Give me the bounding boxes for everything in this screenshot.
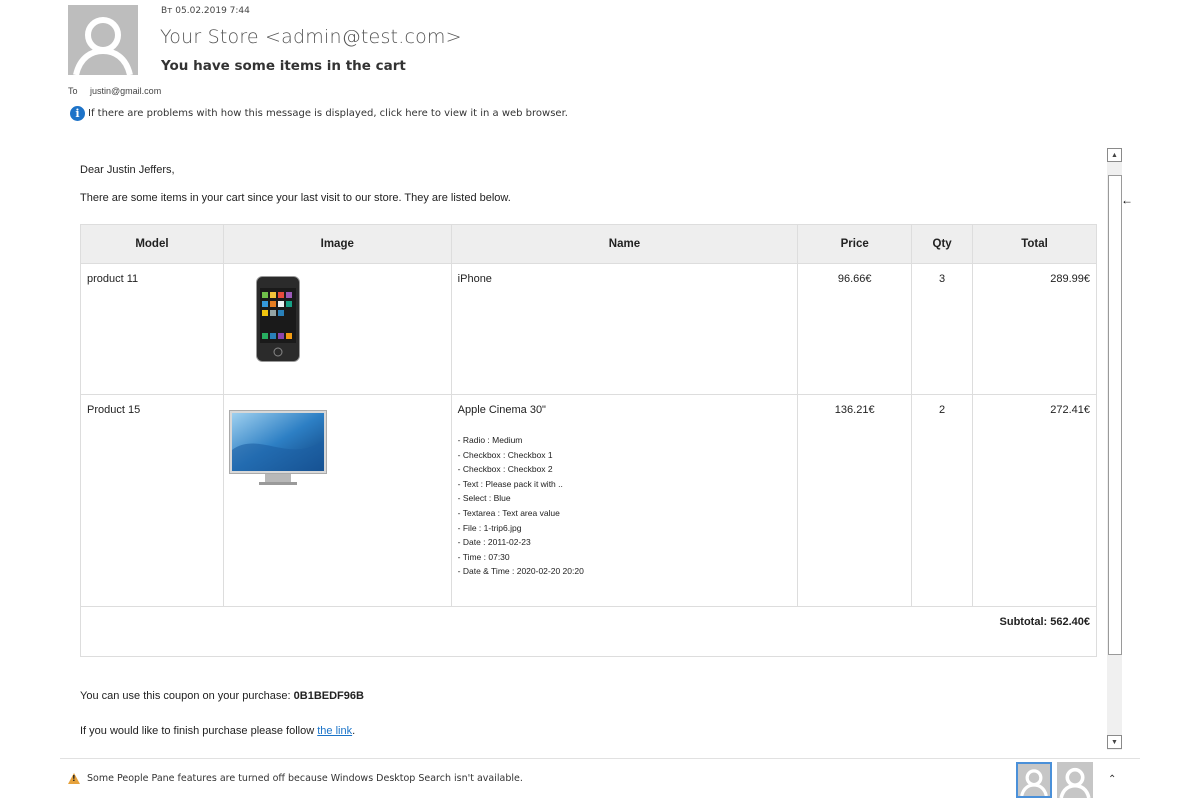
option-line: - Textarea : Text area value	[457, 507, 560, 518]
people-pane-avatar-sender[interactable]	[1016, 762, 1052, 798]
greeting: Dear Justin Jeffers,	[80, 164, 175, 176]
avatar-placeholder-icon	[1057, 762, 1093, 798]
warning-icon	[68, 773, 80, 784]
iphone-product-image	[255, 276, 300, 362]
cell-price: 96.66€	[797, 263, 913, 395]
cell-qty: 2	[911, 394, 974, 607]
option-line: - Checkbox : Checkbox 2	[457, 464, 553, 475]
scroll-down-icon[interactable]: ▼	[1107, 735, 1122, 749]
subtotal-row: Subtotal: 562.40€	[80, 606, 1097, 657]
option-line: - Checkbox : Checkbox 1	[457, 449, 553, 460]
recipient-address[interactable]: justin@gmail.com	[90, 86, 161, 96]
table-row: product 11 iPhone 96.66€ 3 289.99€	[80, 263, 1097, 395]
option-line: - Time : 07:30	[457, 551, 510, 562]
sender-avatar[interactable]	[68, 5, 138, 75]
cell-image	[222, 263, 452, 395]
avatar-placeholder-icon	[68, 5, 138, 75]
cell-total: 289.99€	[972, 263, 1097, 395]
info-icon: i	[70, 106, 85, 121]
subtotal: Subtotal: 562.40€	[80, 606, 1097, 657]
cell-total: 272.41€	[972, 394, 1097, 607]
cell-model: product 11	[80, 263, 224, 395]
to-label: To	[68, 86, 78, 96]
column-header-image: Image	[222, 224, 452, 264]
option-line: - Radio : Medium	[457, 435, 523, 445]
apple-cinema-product-image	[228, 410, 327, 485]
option-line: - Text : Please pack it with ..	[457, 478, 563, 489]
warning-text: Some People Pane features are turned off…	[87, 773, 523, 784]
info-bar-text[interactable]: If there are problems with how this mess…	[88, 108, 568, 119]
message-subject: You have some items in the cart	[161, 58, 406, 74]
column-header-qty: Qty	[911, 224, 974, 264]
cell-image	[222, 394, 452, 607]
option-line: - File : 1-trip6.jpg	[457, 522, 522, 533]
table-row: Product 15 Apple Cinema 30" - Radio: Me…	[80, 394, 1097, 607]
scroll-up-icon[interactable]: ▲	[1107, 148, 1122, 162]
cell-price: 136.21€	[797, 394, 913, 607]
column-header-price: Price	[797, 224, 913, 264]
coupon-line: You can use this coupon on your purchase…	[80, 690, 364, 702]
option-line: - Date : 2011-02-23	[457, 537, 531, 548]
cell-name: Apple Cinema 30" - Radio : Medium - Chec…	[450, 394, 799, 607]
column-header-total: Total	[972, 224, 1097, 264]
product-options: - Radio : Medium - Checkbox : Checkbox 1…	[458, 433, 792, 579]
cart-table: Model Image Name Price Qty Total product…	[80, 224, 1097, 657]
mouse-cursor-icon: ←	[1121, 193, 1133, 207]
message-date: Вт 05.02.2019 7:44	[161, 6, 250, 16]
coupon-prefix: You can use this coupon on your purchase…	[80, 690, 294, 702]
chevron-up-icon[interactable]: ⌃	[1108, 774, 1116, 785]
people-pane-warning: Some People Pane features are turned off…	[68, 773, 523, 784]
avatar-placeholder-icon	[1018, 764, 1050, 796]
intro-text: There are some items in your cart since …	[80, 192, 511, 204]
follow-suffix: .	[352, 725, 356, 737]
coupon-code: 0B1BEDF96B	[293, 690, 364, 702]
scroll-thumb[interactable]	[1108, 175, 1122, 655]
footer-divider	[60, 758, 1140, 759]
message-sender[interactable]: Your Store <admin@test.com>	[160, 26, 462, 48]
cell-qty: 3	[911, 263, 974, 395]
option-line: - Select : Blue	[457, 493, 511, 504]
cell-name: iPhone	[450, 263, 799, 395]
column-header-name: Name	[450, 224, 799, 264]
finish-purchase-link[interactable]: the link	[317, 725, 352, 737]
product-name: Apple Cinema 30"	[457, 404, 546, 416]
option-line: - Date & Time : 2020-02-20 20:20	[457, 566, 584, 577]
people-pane-avatar-recipient[interactable]	[1057, 762, 1093, 798]
vertical-scrollbar[interactable]: ▲ ▼	[1107, 148, 1122, 750]
recipients-row: To justin@gmail.com	[68, 86, 161, 96]
cell-model: Product 15	[80, 394, 224, 607]
follow-line: If you would like to finish purchase ple…	[80, 725, 355, 737]
column-header-model: Model	[80, 224, 224, 264]
info-bar[interactable]: i If there are problems with how this me…	[70, 106, 568, 121]
follow-prefix: If you would like to finish purchase ple…	[80, 725, 318, 737]
table-header-row: Model Image Name Price Qty Total	[80, 224, 1097, 264]
